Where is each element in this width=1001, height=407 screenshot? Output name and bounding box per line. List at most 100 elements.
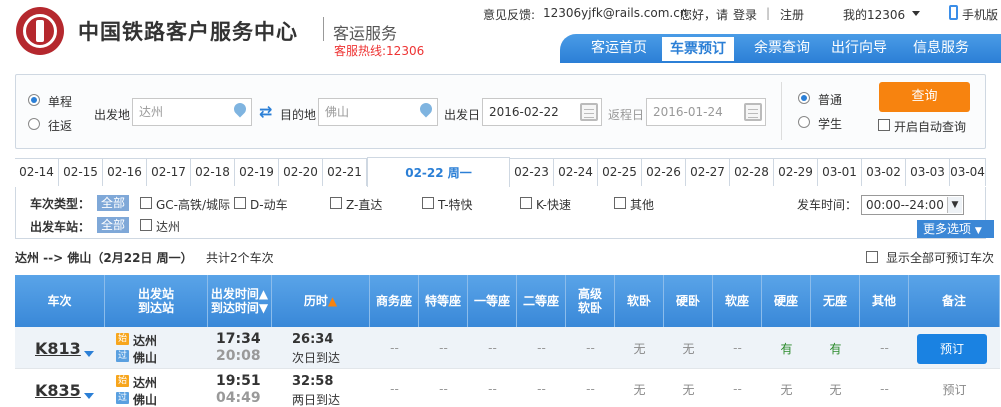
- nav-item-3[interactable]: 出行向导: [823, 34, 895, 63]
- roundtrip-label: 往返: [48, 119, 73, 133]
- seat-availability[interactable]: 有: [811, 327, 860, 369]
- col-header-0: 车次: [15, 275, 105, 327]
- more-options-button[interactable]: 更多选项 ▼: [917, 220, 994, 238]
- top-divider: |: [766, 6, 771, 20]
- nav-item-4[interactable]: 信息服务: [903, 34, 979, 63]
- train-type-checkbox-1[interactable]: [234, 197, 246, 209]
- train-number-link[interactable]: K813: [35, 339, 81, 358]
- roundtrip-radio[interactable]: [28, 118, 40, 130]
- from-label: 出发地: [94, 108, 131, 122]
- date-tab-5[interactable]: 02-19: [235, 159, 279, 186]
- search-divider: [781, 82, 782, 140]
- seat-availability: --: [390, 341, 399, 355]
- auto-query-checkbox[interactable]: [878, 119, 890, 131]
- seat-availability: 无: [682, 341, 695, 356]
- logo-inner-ring: [23, 14, 57, 48]
- train-type-label: 车次类型：: [30, 197, 91, 211]
- date-tab-4[interactable]: 02-18: [191, 159, 235, 186]
- date-tab-3[interactable]: 02-17: [147, 159, 191, 186]
- mobile-link[interactable]: 手机版: [962, 6, 998, 23]
- train-type-label-0: GC-高铁/城际: [156, 198, 231, 212]
- passenger-normal-radio[interactable]: [798, 92, 810, 104]
- query-button[interactable]: 查询: [879, 82, 970, 112]
- train-detail-chevron-down-icon[interactable]: [84, 351, 94, 357]
- pass-station-badge: 过: [116, 392, 129, 404]
- show-all-label: 显示全部可预订车次: [886, 251, 995, 265]
- seat-availability: --: [439, 341, 448, 355]
- train-type-label-5: 其他: [630, 198, 655, 212]
- from-location-pin-icon[interactable]: [234, 103, 246, 119]
- return-date-label: 返程日: [608, 108, 645, 122]
- arrive-time: 04:49: [216, 390, 261, 406]
- route-summary: 达州 --> 佛山（2月22日 周一）: [15, 251, 193, 265]
- to-location-pin-icon[interactable]: [420, 103, 432, 119]
- logo-rail-mark: [36, 20, 44, 42]
- seat-availability: --: [537, 382, 546, 396]
- date-tab-0[interactable]: 02-14: [15, 159, 59, 186]
- train-number-link[interactable]: K835: [35, 381, 81, 400]
- duration-sort-icon[interactable]: ▲: [328, 294, 337, 308]
- from-station: 达州: [133, 376, 158, 390]
- train-detail-chevron-down-icon[interactable]: [84, 393, 94, 399]
- oneway-radio[interactable]: [28, 94, 40, 106]
- date-tab-19[interactable]: 03-04: [950, 159, 986, 186]
- auto-query-label: 开启自动查询: [894, 120, 967, 134]
- hotline-text: 客服热线:12306: [334, 44, 425, 58]
- date-tab-16[interactable]: 03-01: [818, 159, 862, 186]
- seat-availability: --: [488, 382, 497, 396]
- register-link[interactable]: 注册: [780, 6, 804, 23]
- depart-station-checkbox-0[interactable]: [140, 219, 152, 231]
- col-header-8: 高级 软卧: [566, 275, 615, 327]
- train-type-checkbox-3[interactable]: [422, 197, 434, 209]
- train-type-checkbox-0[interactable]: [140, 197, 152, 209]
- seat-availability: 无: [780, 382, 793, 397]
- date-tab-18[interactable]: 03-03: [906, 159, 950, 186]
- arrival-day-note: 两日到达: [292, 393, 341, 407]
- train-type-all-tag[interactable]: 全部: [97, 195, 130, 211]
- date-tab-7[interactable]: 02-21: [323, 159, 367, 186]
- depart-station-all-tag[interactable]: 全部: [97, 217, 130, 233]
- date-tab-10[interactable]: 02-24: [554, 159, 598, 186]
- date-tab-15[interactable]: 02-29: [774, 159, 818, 186]
- passenger-student-radio[interactable]: [798, 116, 810, 128]
- nav-item-0[interactable]: 客运首页: [581, 34, 657, 63]
- train-type-checkbox-5[interactable]: [614, 197, 626, 209]
- my12306-link[interactable]: 我的12306: [843, 6, 905, 23]
- return-calendar-icon[interactable]: [744, 103, 762, 121]
- nav-item-1[interactable]: 车票预订: [662, 37, 734, 61]
- to-label: 目的地: [280, 108, 317, 122]
- date-tab-13[interactable]: 02-27: [686, 159, 730, 186]
- date-tab-2[interactable]: 02-16: [103, 159, 147, 186]
- book-button[interactable]: 预订: [917, 334, 987, 364]
- date-tab-17[interactable]: 03-02: [862, 159, 906, 186]
- depart-time-chevron-down-icon[interactable]: ▼: [947, 197, 962, 213]
- feedback-email-link[interactable]: 12306yjfk@rails.com.cn: [543, 6, 687, 20]
- depart-calendar-icon[interactable]: [580, 103, 598, 121]
- my12306-chevron-down-icon[interactable]: [912, 11, 920, 16]
- date-tab-6[interactable]: 02-20: [279, 159, 323, 186]
- to-station: 佛山: [133, 351, 158, 365]
- date-tab-14[interactable]: 02-28: [730, 159, 774, 186]
- mobile-phone-icon[interactable]: [949, 5, 958, 20]
- nav-item-2[interactable]: 余票查询: [744, 34, 820, 63]
- depart-station-option-0: 达州: [156, 220, 181, 234]
- seat-availability: --: [439, 382, 448, 396]
- date-tab-9[interactable]: 02-23: [510, 159, 554, 186]
- col-header-13: 无座: [811, 275, 860, 327]
- train-type-checkbox-4[interactable]: [520, 197, 532, 209]
- show-all-checkbox[interactable]: [866, 251, 878, 263]
- date-tab-1[interactable]: 02-15: [59, 159, 103, 186]
- train-type-checkbox-2[interactable]: [330, 197, 342, 209]
- login-link[interactable]: 登录: [733, 6, 757, 23]
- date-tab-12[interactable]: 02-26: [642, 159, 686, 186]
- railway-logo-icon[interactable]: [16, 7, 64, 55]
- swap-stations-icon[interactable]: ⇄: [259, 102, 272, 121]
- date-tab-11[interactable]: 02-25: [598, 159, 642, 186]
- book-button-disabled: 预订: [942, 382, 967, 397]
- col-header-3[interactable]: 历时 ▲: [272, 275, 370, 327]
- more-options-chevron-down-icon: ▼: [974, 226, 982, 236]
- seat-availability: 无: [829, 382, 842, 397]
- date-tab-8[interactable]: 02-22 周一: [367, 157, 510, 187]
- col-header-2[interactable]: 出发时间▲ 到达时间▼: [208, 275, 272, 327]
- seat-availability[interactable]: 有: [762, 327, 811, 369]
